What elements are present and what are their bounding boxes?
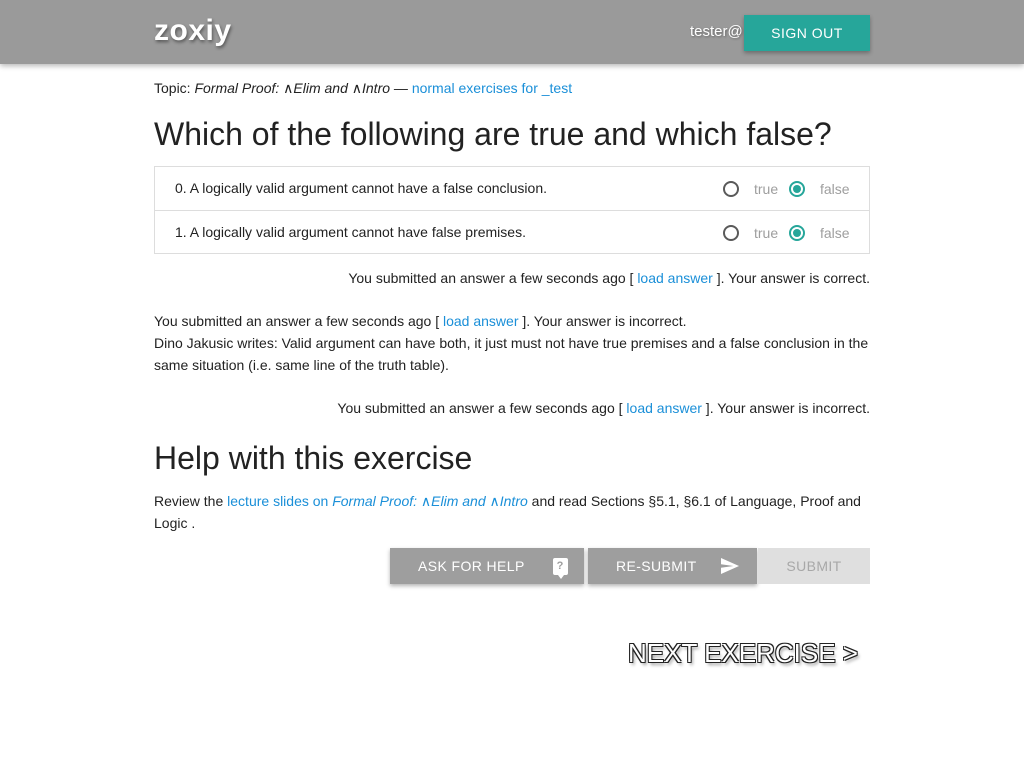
feedback-prefix: You submitted an answer a few seconds ag… bbox=[154, 313, 443, 329]
ask-for-help-label: ASK FOR HELP bbox=[418, 558, 525, 574]
question-row: 0. A logically valid argument cannot hav… bbox=[155, 167, 869, 210]
option-label: true bbox=[754, 225, 779, 241]
brand-logo[interactable]: zoxiy bbox=[154, 14, 232, 48]
radio-false-icon[interactable] bbox=[789, 181, 805, 197]
option-label: false bbox=[820, 225, 850, 241]
lecture-link-topic: Formal Proof: ∧Elim and ∧Intro bbox=[332, 493, 528, 509]
topic-separator: — bbox=[390, 80, 412, 96]
feedback-result: You submitted an answer a few seconds ag… bbox=[154, 310, 870, 332]
option-true-0[interactable]: true bbox=[723, 180, 778, 198]
send-icon bbox=[720, 558, 739, 574]
sign-out-button[interactable]: SIGN OUT bbox=[744, 15, 870, 51]
option-false-1[interactable]: false bbox=[789, 224, 850, 242]
radio-false-icon[interactable] bbox=[789, 225, 805, 241]
lecture-link-prefix: lecture slides on bbox=[227, 493, 333, 509]
ask-for-help-button[interactable]: ASK FOR HELP ? bbox=[390, 548, 584, 584]
feedback-prefix: You submitted an answer a few seconds ag… bbox=[348, 270, 638, 286]
option-false-0[interactable]: false bbox=[789, 180, 850, 198]
feedback-suffix: ]. Your answer is incorrect. bbox=[518, 313, 687, 329]
tutor-comment: Dino Jakusic writes: Valid argument can … bbox=[154, 335, 869, 373]
option-label: true bbox=[754, 181, 779, 197]
load-answer-link[interactable]: load answer bbox=[626, 400, 702, 416]
help-heading: Help with this exercise bbox=[154, 440, 473, 476]
feedback-prefix: You submitted an answer a few seconds ag… bbox=[337, 400, 627, 416]
question-text: 0. A logically valid argument cannot hav… bbox=[175, 180, 548, 196]
question-table: 0. A logically valid argument cannot hav… bbox=[154, 166, 870, 254]
feedback-3: You submitted an answer a few seconds ag… bbox=[154, 397, 870, 419]
load-answer-link[interactable]: load answer bbox=[443, 313, 519, 329]
top-navbar: zoxiy tester@ SIGN OUT bbox=[0, 0, 1024, 64]
next-exercise-link[interactable]: NEXT EXERCISE > bbox=[628, 638, 858, 669]
review-text: Review the lecture slides on Formal Proo… bbox=[154, 490, 870, 534]
feedback-2: You submitted an answer a few seconds ag… bbox=[154, 310, 870, 376]
radio-true-icon[interactable] bbox=[723, 181, 739, 197]
topic-line: Topic: Formal Proof: ∧Elim and ∧Intro — … bbox=[154, 80, 572, 97]
radio-true-icon[interactable] bbox=[723, 225, 739, 241]
question-bubble-icon: ? bbox=[552, 557, 568, 579]
feedback-suffix: ]. Your answer is incorrect. bbox=[701, 400, 870, 416]
topic-exercises-link[interactable]: normal exercises for _test bbox=[412, 80, 572, 96]
topic-prefix: Topic: bbox=[154, 80, 195, 96]
user-email: tester@ bbox=[690, 23, 743, 40]
option-true-1[interactable]: true bbox=[723, 224, 778, 242]
resubmit-button[interactable]: RE-SUBMIT bbox=[588, 548, 757, 584]
lecture-slides-link[interactable]: lecture slides on Formal Proof: ∧Elim an… bbox=[227, 493, 528, 509]
feedback-1: You submitted an answer a few seconds ag… bbox=[154, 267, 870, 289]
resubmit-label: RE-SUBMIT bbox=[616, 558, 697, 574]
review-prefix: Review the bbox=[154, 493, 228, 509]
feedback-suffix: ]. Your answer is correct. bbox=[712, 270, 870, 286]
option-label: false bbox=[820, 181, 850, 197]
question-text: 1. A logically valid argument cannot hav… bbox=[175, 224, 526, 240]
submit-button[interactable]: SUBMIT bbox=[758, 548, 870, 584]
load-answer-link[interactable]: load answer bbox=[637, 270, 713, 286]
question-row: 1. A logically valid argument cannot hav… bbox=[155, 210, 869, 253]
question-title: Which of the following are true and whic… bbox=[154, 116, 832, 152]
topic-name: Formal Proof: ∧Elim and ∧Intro bbox=[194, 80, 391, 96]
